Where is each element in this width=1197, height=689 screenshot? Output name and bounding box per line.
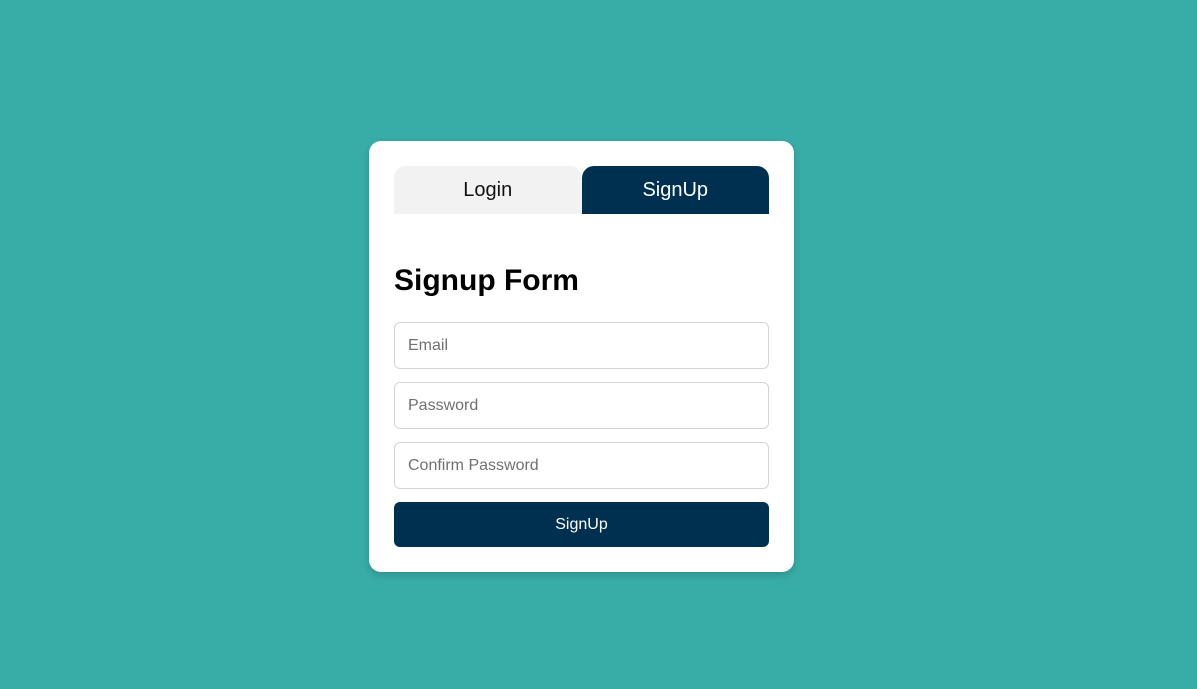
password-field[interactable] — [394, 382, 769, 429]
signup-card: Login SignUp Signup Form SignUp — [369, 141, 794, 572]
email-field[interactable] — [394, 322, 769, 369]
tab-login[interactable]: Login — [394, 166, 582, 214]
signup-button[interactable]: SignUp — [394, 502, 769, 547]
tab-signup[interactable]: SignUp — [581, 166, 769, 214]
confirm-password-field[interactable] — [394, 442, 769, 489]
form-title: Signup Form — [394, 264, 579, 297]
auth-tabs: Login SignUp — [394, 166, 769, 214]
